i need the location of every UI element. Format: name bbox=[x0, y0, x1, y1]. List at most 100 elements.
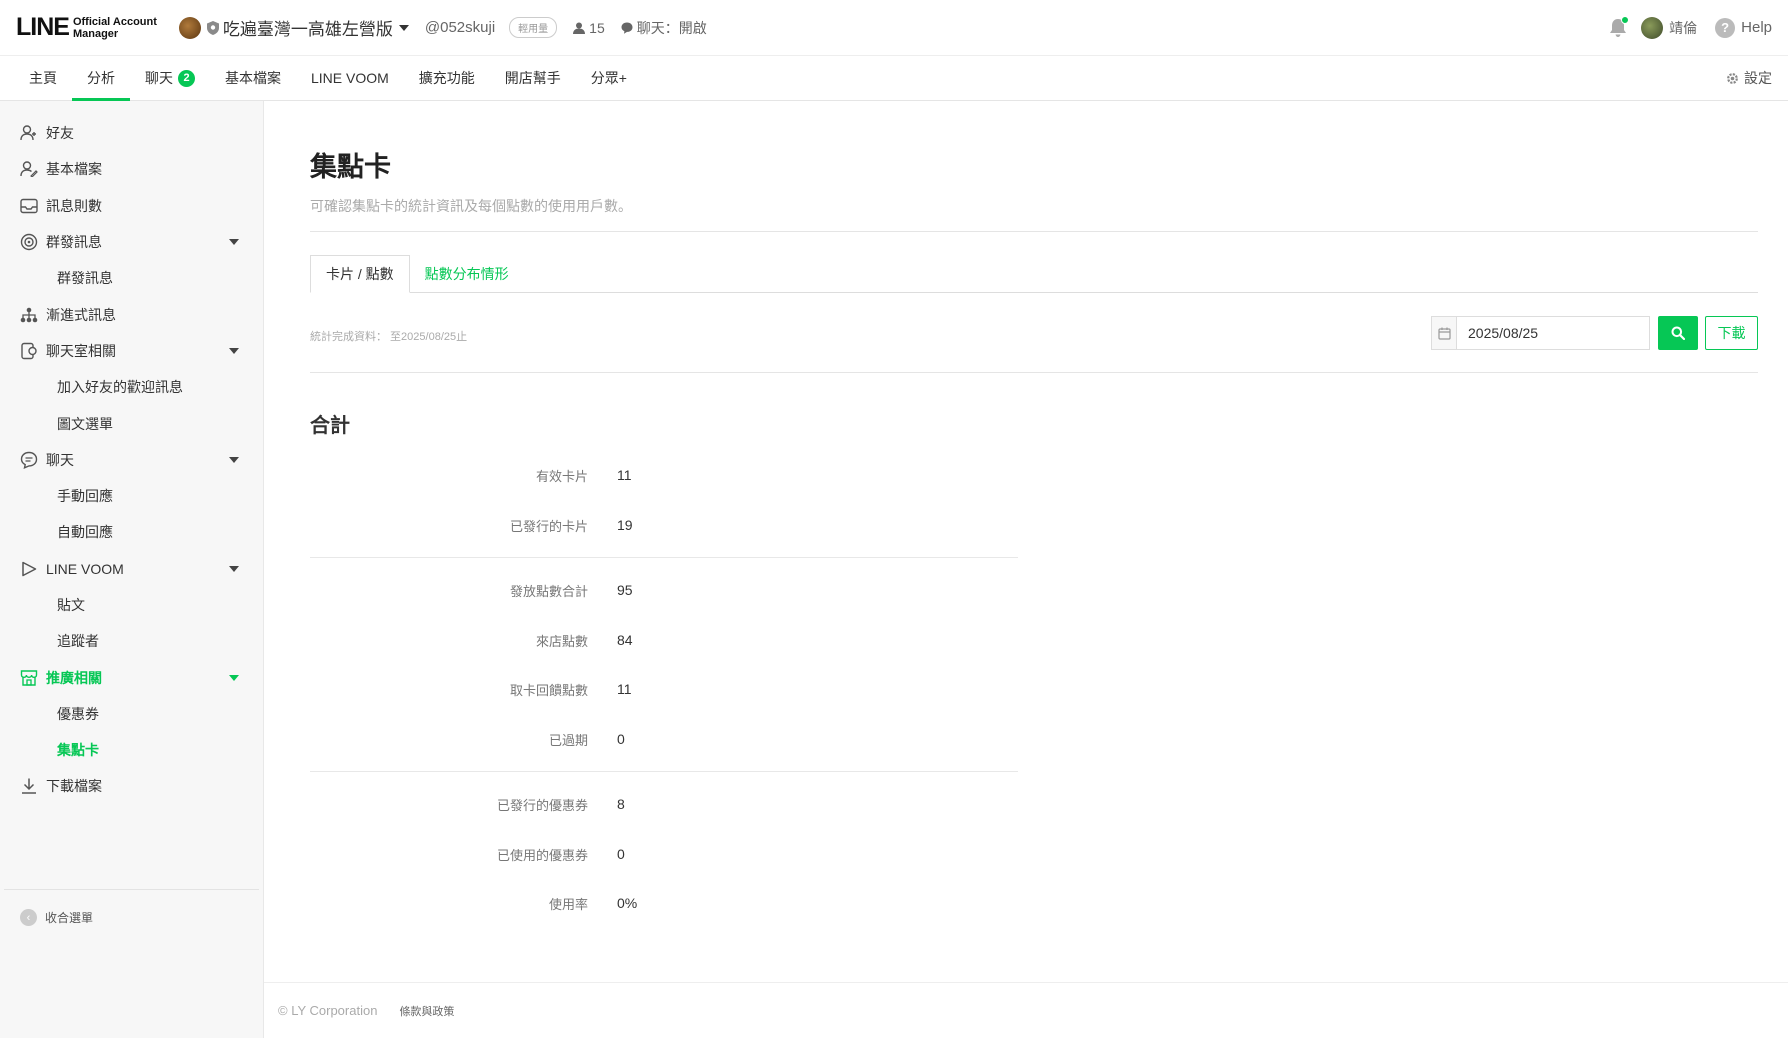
chevron-left-icon: ‹ bbox=[20, 909, 37, 926]
chevron-down-icon bbox=[229, 565, 239, 572]
plan-badge: 輕用量 bbox=[509, 17, 558, 38]
top-header: LINE Official Account Manager 吃遍臺灣一高雄左營版… bbox=[0, 0, 1788, 56]
sidebar-subitem-broadcast[interactable]: 群發訊息 bbox=[0, 260, 263, 296]
stat-label: 已發行的卡片 bbox=[509, 518, 588, 534]
section-title-total: 合計 bbox=[310, 415, 350, 437]
help-link[interactable]: Help bbox=[1741, 19, 1772, 36]
sidebar-subitem-posts[interactable]: 貼文 bbox=[0, 587, 263, 623]
account-switcher[interactable]: 吃遍臺灣一高雄左營版 bbox=[223, 15, 409, 40]
chat-status-label: 聊天：開啟 bbox=[636, 19, 707, 36]
stats-completion-note: 統計完成資料： 至2025/08/25止 bbox=[310, 331, 468, 343]
divider bbox=[310, 372, 1758, 373]
logo-sub-1: Official Account bbox=[72, 15, 157, 28]
stat-label: 發放點數合計 bbox=[509, 583, 588, 599]
stat-value: 19 bbox=[617, 517, 633, 533]
sidebar-item-chatroom[interactable]: 聊天室相關 bbox=[0, 333, 263, 369]
date-picker[interactable] bbox=[1431, 316, 1650, 350]
collapse-menu-button[interactable]: ‹ 收合選單 bbox=[20, 909, 93, 926]
settings-button[interactable]: 設定 bbox=[1726, 56, 1772, 100]
sidebar-item-message-count[interactable]: 訊息則數 bbox=[0, 188, 263, 224]
sidebar-subitem-welcome-message[interactable]: 加入好友的歡迎訊息 bbox=[0, 369, 263, 405]
person-icon bbox=[573, 22, 589, 34]
sidebar-item-broadcast[interactable]: 群發訊息 bbox=[0, 224, 263, 260]
account-name: 吃遍臺灣一高雄左營版 bbox=[222, 20, 393, 39]
date-input[interactable] bbox=[1457, 317, 1649, 349]
stat-label: 有效卡片 bbox=[535, 468, 588, 484]
footer-copyright: © LY Corporation bbox=[278, 1003, 378, 1018]
notification-button[interactable] bbox=[1609, 15, 1630, 38]
step-message-icon bbox=[20, 307, 40, 323]
stat-row-expired: 已過期 0 bbox=[310, 729, 1010, 749]
user-name[interactable]: 靖倫 bbox=[1669, 18, 1697, 38]
stat-value: 8 bbox=[617, 796, 625, 812]
tab-points-distribution[interactable]: 點數分布情形 bbox=[410, 255, 524, 292]
sidebar-item-chat[interactable]: 聊天 bbox=[0, 442, 263, 478]
stat-value: 84 bbox=[617, 632, 633, 648]
stat-label: 已使用的優惠券 bbox=[496, 847, 588, 863]
chatroom-icon bbox=[20, 342, 40, 360]
footer-terms-link[interactable]: 條款與政策 bbox=[399, 1003, 454, 1019]
sidebar: 好友 基本檔案 訊息則數 群發訊息 群發訊息 漸進式訊息 聊天室相關 加入好友的… bbox=[0, 101, 264, 1038]
stat-divider bbox=[310, 557, 1018, 558]
sidebar-subitem-followers[interactable]: 追蹤者 bbox=[0, 623, 263, 659]
chevron-down-icon bbox=[229, 674, 239, 681]
nav-tab-extensions[interactable]: 擴充功能 bbox=[404, 56, 490, 100]
collapse-menu-label: 收合選單 bbox=[45, 911, 94, 925]
sidebar-subitem-rewardcard[interactable]: 集點卡 bbox=[0, 732, 263, 768]
nav-tab-chat[interactable]: 聊天 2 bbox=[130, 56, 210, 100]
account-avatar[interactable] bbox=[178, 16, 201, 39]
chevron-down-icon bbox=[229, 347, 239, 354]
stat-row-issued-cards: 已發行的卡片 19 bbox=[310, 515, 1010, 535]
tab-card-points[interactable]: 卡片 / 點數 bbox=[310, 255, 410, 293]
stat-label: 使用率 bbox=[548, 896, 588, 912]
sidebar-item-friends[interactable]: 好友 bbox=[0, 115, 263, 151]
stat-value: 0 bbox=[617, 846, 625, 862]
sidebar-item-profile[interactable]: 基本檔案 bbox=[0, 151, 263, 187]
sidebar-item-promotion[interactable]: 推廣相關 bbox=[0, 659, 263, 695]
line-oa-logo[interactable]: LINE Official Account Manager bbox=[16, 13, 157, 42]
sidebar-divider bbox=[4, 889, 259, 890]
friends-icon bbox=[20, 125, 40, 141]
profile-icon bbox=[20, 161, 40, 178]
calendar-icon[interactable] bbox=[1432, 317, 1457, 349]
nav-tab-profile[interactable]: 基本檔案 bbox=[210, 56, 296, 100]
sidebar-subitem-auto-reply[interactable]: 自動回應 bbox=[0, 514, 263, 550]
settings-label: 設定 bbox=[1744, 70, 1772, 86]
voom-icon bbox=[20, 560, 40, 578]
stat-row-valid-cards: 有效卡片 11 bbox=[310, 465, 1010, 485]
nav-tab-shop-helper[interactable]: 開店幫手 bbox=[490, 56, 576, 100]
sidebar-subitem-rich-menu[interactable]: 圖文選單 bbox=[0, 405, 263, 441]
nav-tab-segments[interactable]: 分眾+ bbox=[576, 56, 642, 100]
help-icon[interactable]: ? bbox=[1715, 17, 1736, 38]
chat-status[interactable]: 聊天：開啟 bbox=[621, 18, 707, 38]
chat-icon bbox=[20, 451, 40, 469]
chat-bubble-icon bbox=[621, 22, 637, 34]
sidebar-subitem-manual-reply[interactable]: 手動回應 bbox=[0, 478, 263, 514]
sidebar-item-line-voom[interactable]: LINE VOOM bbox=[0, 551, 263, 587]
footer: © LY Corporation 條款與政策 bbox=[264, 982, 1788, 1038]
logo-text: LINE bbox=[16, 13, 70, 41]
broadcast-icon bbox=[20, 233, 40, 251]
search-icon bbox=[1671, 326, 1685, 340]
content-tabs: 卡片 / 點數 點數分布情形 bbox=[310, 255, 1758, 293]
stat-label: 來店點數 bbox=[535, 633, 588, 649]
nav-tab-line-voom[interactable]: LINE VOOM bbox=[296, 56, 404, 100]
stat-row-usage-rate: 使用率 0% bbox=[310, 893, 1010, 913]
stat-label: 已發行的優惠券 bbox=[496, 797, 588, 813]
search-button[interactable] bbox=[1658, 316, 1698, 350]
sidebar-subitem-coupons[interactable]: 優惠券 bbox=[0, 696, 263, 732]
download-button[interactable]: 下載 bbox=[1705, 316, 1758, 350]
notification-dot bbox=[1621, 15, 1630, 24]
page-description: 可確認集點卡的統計資訊及每個點數的使用用戶數。 bbox=[310, 198, 632, 214]
date-filter: 下載 bbox=[1431, 316, 1758, 350]
sidebar-item-download[interactable]: 下載檔案 bbox=[0, 768, 263, 804]
main-nav: 主頁 分析 聊天 2 基本檔案 LINE VOOM 擴充功能 開店幫手 分眾+ 設… bbox=[0, 56, 1788, 101]
stat-value: 0 bbox=[617, 731, 625, 747]
nav-tab-home[interactable]: 主頁 bbox=[14, 56, 72, 100]
user-avatar[interactable] bbox=[1641, 16, 1664, 39]
nav-tab-analytics[interactable]: 分析 bbox=[72, 56, 130, 101]
stat-row-total-points: 發放點數合計 95 bbox=[310, 580, 1010, 600]
divider bbox=[310, 231, 1758, 232]
sidebar-item-step-message[interactable]: 漸進式訊息 bbox=[0, 296, 263, 332]
shield-icon bbox=[206, 20, 219, 35]
